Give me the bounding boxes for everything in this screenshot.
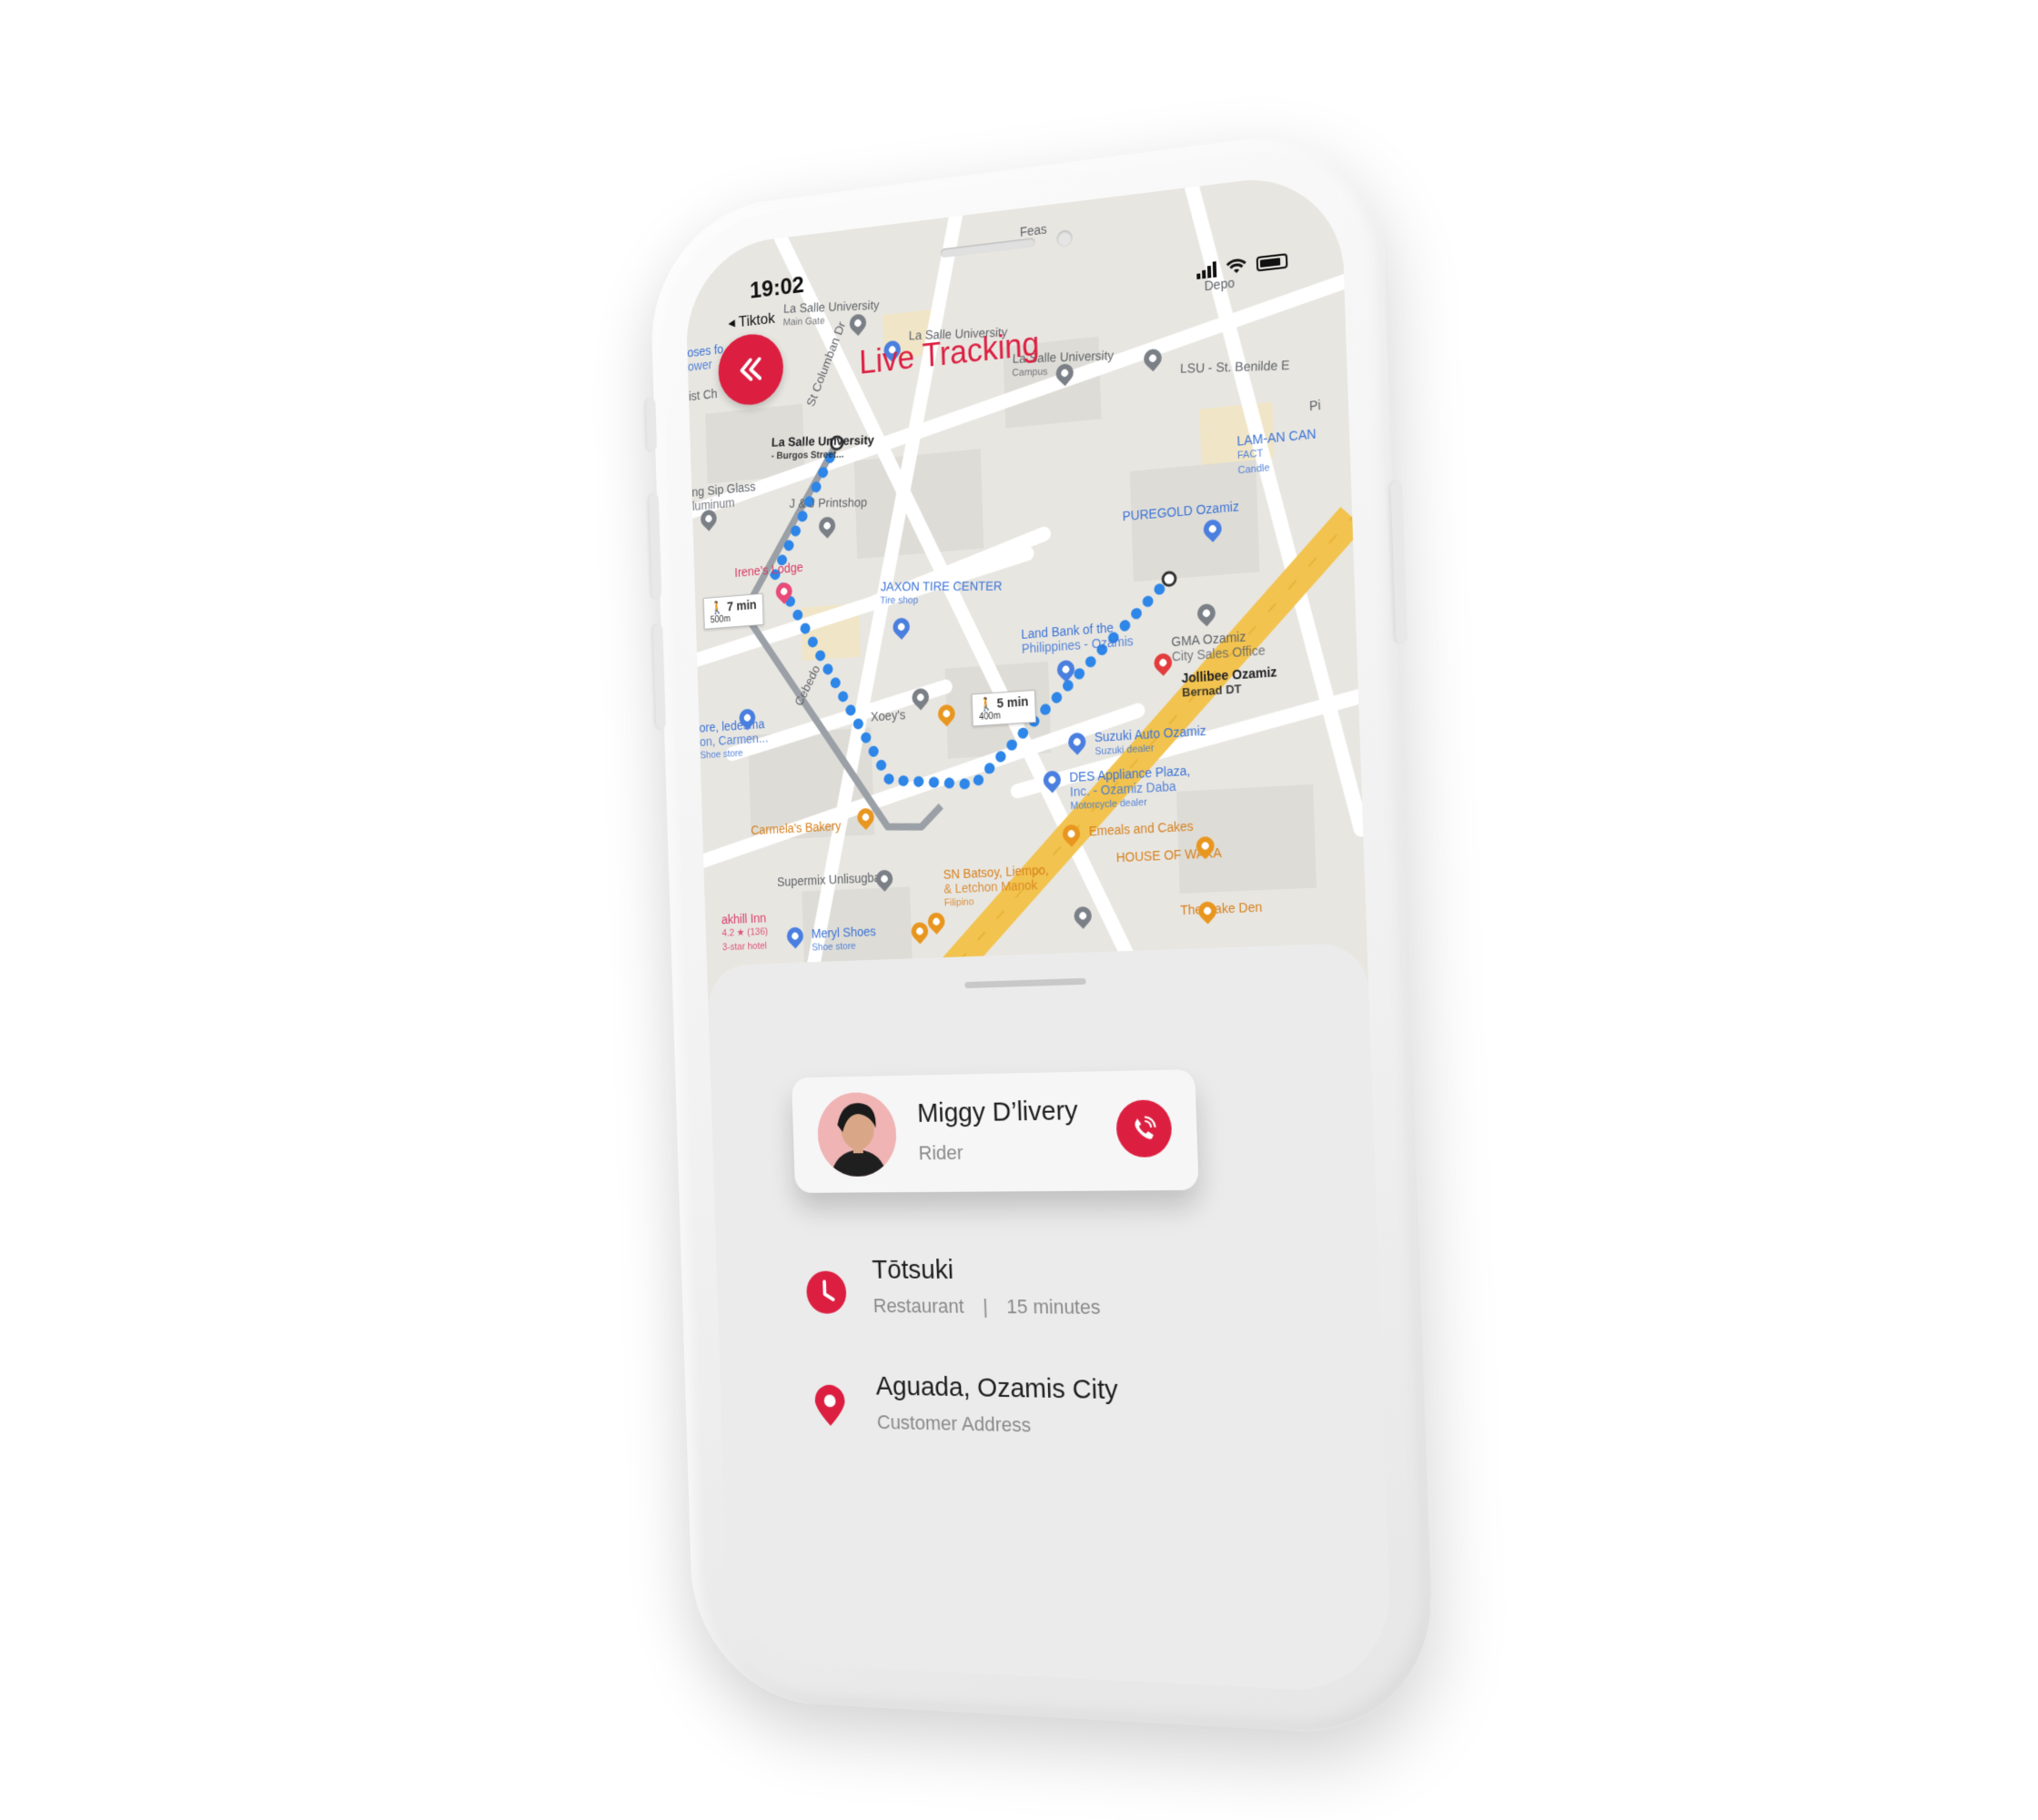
map-label: The Cake Den (1180, 899, 1263, 918)
map-label: Jollibee Ozamiz Bernad DT (1181, 663, 1277, 700)
cellular-signal-icon (1196, 260, 1217, 280)
restaurant-name: Tōtsuki (871, 1255, 954, 1285)
double-chevron-left-icon (735, 351, 767, 388)
separator: | (982, 1294, 988, 1318)
walk-time: 5 min (996, 693, 1029, 711)
map-label: ore, ledesma on, Carmen... Shoe store (699, 716, 769, 762)
map-label: DES Appliance Plaza, Inc. - Ozamiz Daba Mo… (1069, 763, 1191, 813)
phone-mockup: Feas La Salle University Main Gate La Sal… (645, 122, 1437, 1739)
walking-person-icon: 🚶 (710, 600, 724, 615)
customer-address-label: Customer Address (876, 1410, 1032, 1437)
map-label: J & J Printshop (789, 494, 868, 511)
map-label: SN Batsoy, Liempo, & Letchon Manok Filipin… (943, 862, 1049, 909)
map-label: ist Ch (688, 386, 718, 404)
wifi-icon (1226, 258, 1246, 274)
map-label: Pi (1308, 397, 1321, 414)
rider-photo (816, 1091, 898, 1178)
rider-card[interactable]: Miggy D’livery Rider (791, 1069, 1199, 1193)
customer-address-info: Aguada, Ozamis City Customer Address (809, 1370, 1244, 1461)
walk-distance: 400m (978, 711, 1001, 723)
restaurant-info: Tōtsuki Restaurant | 15 minutes (805, 1255, 1240, 1340)
restaurant-details: Restaurant | 15 minutes (873, 1294, 1100, 1320)
map-view[interactable]: Feas La Salle University Main Gate La Sal… (683, 168, 1369, 1010)
location-pin-icon (814, 1384, 846, 1427)
mute-switch (645, 398, 658, 451)
rider-role: Rider (918, 1141, 964, 1165)
stage: Feas La Salle University Main Gate La Sal… (0, 0, 2038, 1820)
customer-address: Aguada, Ozamis City (875, 1370, 1119, 1406)
map-label: akhill Inn 4.2 ★ (136) 3-star hotel (721, 910, 769, 954)
map-label: Xoey's (870, 707, 906, 724)
rider-avatar (816, 1091, 898, 1178)
walking-person-icon: 🚶 (978, 696, 994, 713)
clock-icon (805, 1270, 847, 1314)
map-label: GMA Ozamiz City Sales Office (1171, 629, 1266, 664)
walk-time: 7 min (726, 597, 757, 614)
rider-name: Miggy D’livery (916, 1096, 1079, 1128)
battery-icon (1256, 253, 1288, 272)
restaurant-type: Restaurant (873, 1294, 964, 1318)
map-label: LAM-AN CAN FACT Candle (1236, 426, 1317, 477)
phone-screen: Feas La Salle University Main Gate La Sal… (683, 168, 1393, 1695)
tracking-bottom-sheet[interactable]: Miggy D’livery Rider Tōtsuki Restaurant … (706, 942, 1393, 1695)
map-label: ng Sip Glass luminum (691, 479, 756, 513)
delivery-eta: 15 minutes (1005, 1295, 1101, 1319)
sheet-drag-handle[interactable] (964, 977, 1086, 989)
map-label: JAXON TIRE CENTER Tire shop (880, 578, 1003, 607)
map-label: La Salle University - Burgos Street... (771, 432, 875, 462)
walk-time-badge[interactable]: 🚶 5 min 400m (971, 689, 1036, 727)
phone-call-icon (1135, 1114, 1158, 1139)
call-rider-button[interactable] (1115, 1099, 1173, 1158)
map-label: Meryl Shoes Shoe store (811, 924, 876, 954)
walk-time-badge[interactable]: 🚶 7 min 500m (702, 592, 764, 630)
